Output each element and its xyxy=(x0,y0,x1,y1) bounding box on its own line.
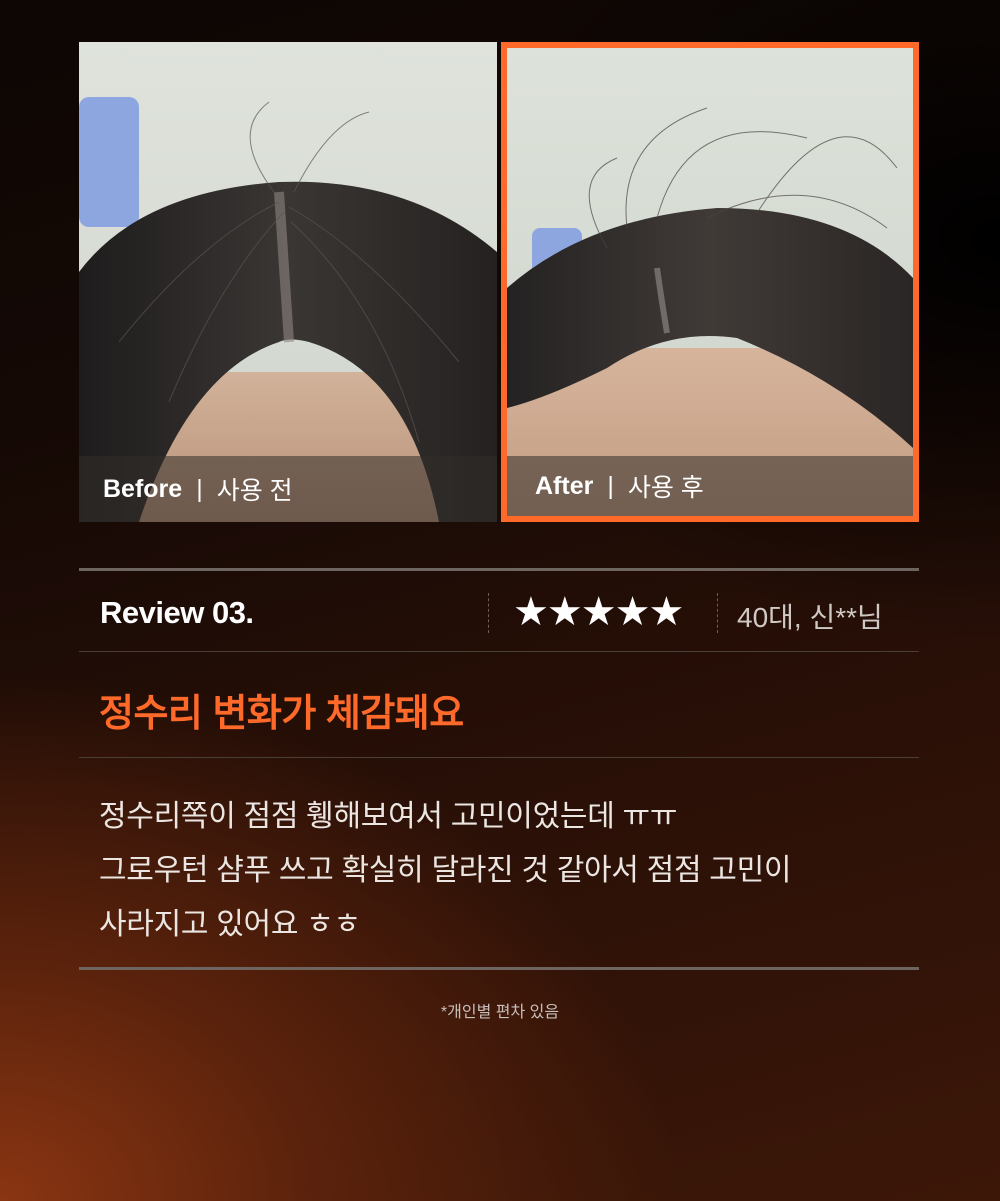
after-text: 사용 후 xyxy=(627,474,704,502)
before-hair-image xyxy=(79,42,497,522)
divider xyxy=(79,757,919,758)
review-bottom-divider xyxy=(79,967,919,970)
before-caption: Before | 사용 전 xyxy=(79,456,497,522)
review-body-line: 그로우턴 샴푸 쓰고 확실히 달라진 것 같아서 점점 고민이 xyxy=(99,854,792,887)
before-photo: Before | 사용 전 xyxy=(79,42,497,522)
review-headline: 정수리 변화가 체감돼요 xyxy=(99,693,464,735)
review-body-line: 사라지고 있어요 ㅎㅎ xyxy=(99,908,361,941)
after-separator: | xyxy=(607,471,614,500)
after-label: After xyxy=(535,471,594,500)
before-separator: | xyxy=(196,474,203,503)
disclaimer-footnote: *개인별 편차 있음 xyxy=(440,1004,560,1021)
header-divider xyxy=(717,593,718,633)
after-caption: After | 사용 후 xyxy=(507,456,913,516)
before-text: 사용 전 xyxy=(216,477,293,505)
after-photo: After | 사용 후 xyxy=(501,42,919,522)
reviewer-info: 40대, 신**님 xyxy=(737,602,883,633)
review-body: 정수리쪽이 점점 휑해보여서 고민이었는데 ㅠㅠ 그로우턴 샴푸 쓰고 확실히 … xyxy=(99,790,791,952)
review-body-line: 정수리쪽이 점점 휑해보여서 고민이었는데 ㅠㅠ xyxy=(99,800,678,833)
header-divider xyxy=(488,593,489,633)
divider xyxy=(79,651,919,652)
review-header: Review 03. ★★★★★ 40대, 신**님 xyxy=(79,571,919,651)
star-rating: ★★★★★ xyxy=(513,589,684,635)
review-number: Review 03. xyxy=(100,595,254,630)
before-label: Before xyxy=(103,474,183,503)
after-hair-image xyxy=(507,48,913,516)
